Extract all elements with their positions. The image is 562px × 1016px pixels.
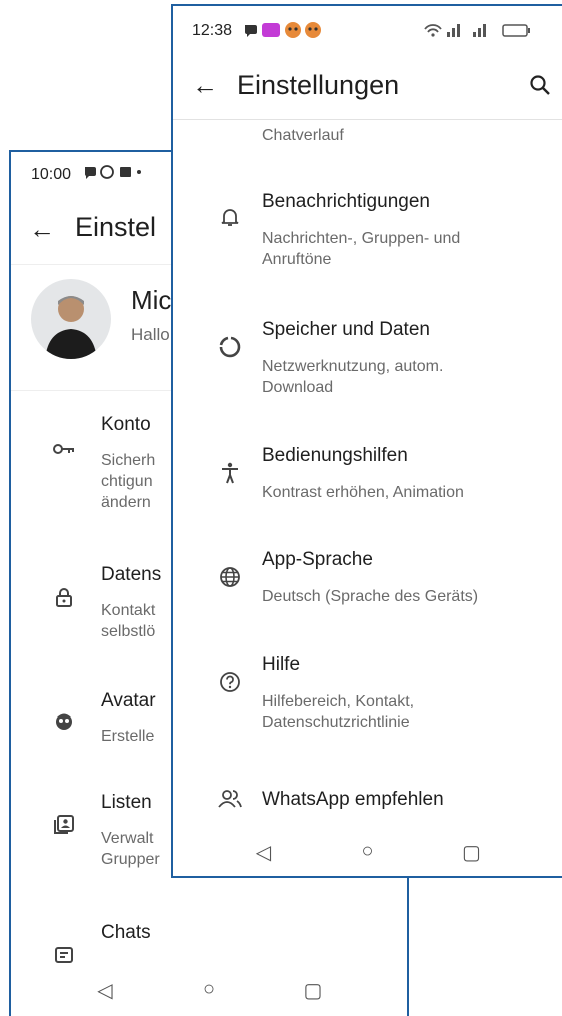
status-time: 12:38 [192, 22, 233, 39]
back-arrow-icon[interactable]: ← [29, 214, 55, 245]
settings-item-bedienungshilfen[interactable]: Bedienungshilfen Kontrast erhöhen, Anima… [173, 442, 562, 512]
item-label: Benachrichtigungen [262, 191, 430, 212]
notification-icons [83, 164, 143, 180]
avatar-face-icon [51, 708, 77, 734]
page-title: Einstel [75, 212, 157, 242]
item-label: Hilfe [262, 654, 301, 675]
settings-item-benachrichtigungen[interactable]: Benachrichtigungen Nachrichten-, Gruppen… [173, 188, 562, 278]
item-label: Datens [101, 564, 162, 585]
nav-home-icon[interactable]: ○ [356, 840, 380, 865]
item-sub: Kontrast erhöhen, Animation [262, 484, 464, 501]
notification-icons [243, 21, 337, 39]
settings-item-chats[interactable]: Chats [11, 922, 407, 963]
settings-item-empfehlen[interactable]: WhatsApp empfehlen [173, 786, 562, 826]
status-bar: 12:38 [173, 6, 562, 50]
settings-item-app-sprache[interactable]: App-Sprache Deutsch (Sprache des Geräts) [173, 546, 562, 616]
appbar-divider [173, 119, 562, 120]
system-nav-bar: ◁ ○ ▢ [11, 978, 407, 1003]
search-icon[interactable] [529, 74, 551, 101]
item-sub: Netzwerknutzung, autom. Download [262, 358, 444, 396]
nav-back-icon[interactable]: ◁ [93, 978, 117, 1003]
nav-back-icon[interactable]: ◁ [252, 840, 276, 865]
item-label: App-Sprache [262, 549, 373, 570]
app-bar: ← Einstellungen [173, 58, 562, 118]
profile-status: Hallo [131, 325, 170, 344]
accessibility-icon [217, 460, 243, 486]
item-label: Chats [101, 922, 151, 943]
item-sub: Nachrichten-, Gruppen- und Anruftöne [262, 230, 461, 268]
settings-item-hilfe[interactable]: Hilfe Hilfebereich, Kontakt, Datenschutz… [173, 651, 562, 741]
data-usage-icon [217, 334, 243, 360]
item-sub: Kontakt selbstlö [101, 602, 156, 640]
back-arrow-icon[interactable]: ← [192, 70, 218, 101]
settings-item-speicher[interactable]: Speicher und Daten Netzwerknutzung, auto… [173, 316, 562, 406]
item-sub: Sicherh chtigun ändern [101, 452, 156, 511]
bell-icon [217, 204, 243, 230]
key-icon [51, 436, 77, 462]
item-label: Konto [101, 414, 151, 435]
front-phone-screen: 12:38 ← Einstellungen Chatverlauf Benach… [171, 4, 562, 878]
item-sub: Verwalt Grupper [101, 830, 160, 868]
profile-name: Mic [131, 285, 172, 315]
notification-icon [84, 165, 141, 179]
chat-icon [51, 942, 77, 968]
globe-icon [217, 564, 243, 590]
status-time: 10:00 [31, 166, 72, 183]
item-label: Bedienungshilfen [262, 445, 408, 466]
avatar [31, 279, 111, 359]
item-label: WhatsApp empfehlen [262, 789, 444, 810]
help-icon [217, 669, 243, 695]
system-status-icons [423, 21, 553, 39]
lock-icon [51, 584, 77, 610]
item-sub: Erstelle [101, 728, 155, 745]
contacts-list-icon [51, 812, 77, 838]
nav-home-icon[interactable]: ○ [197, 978, 221, 1003]
nav-recents-icon[interactable]: ▢ [460, 840, 484, 865]
cut-off-subtitle: Chatverlauf [262, 127, 344, 144]
people-icon [217, 786, 243, 812]
item-label: Listen [101, 792, 152, 813]
system-nav-bar: ◁ ○ ▢ [173, 840, 562, 865]
item-sub: Deutsch (Sprache des Geräts) [262, 588, 479, 605]
item-label: Speicher und Daten [262, 319, 430, 340]
avatar-image [45, 296, 97, 359]
item-sub: Hilfebereich, Kontakt, Datenschutzrichtl… [262, 693, 415, 731]
nav-recents-icon[interactable]: ▢ [301, 978, 325, 1003]
signal-battery-icon [424, 24, 530, 37]
page-title: Einstellungen [237, 70, 400, 100]
notification-icon [245, 22, 321, 38]
item-label: Avatar [101, 690, 156, 711]
